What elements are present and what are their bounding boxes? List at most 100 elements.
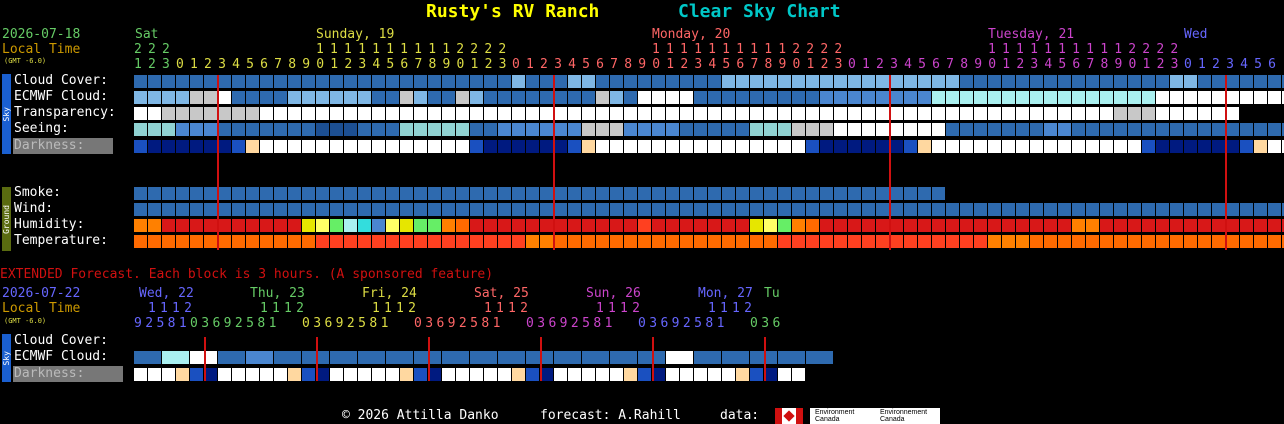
cloud-block[interactable] — [1044, 75, 1057, 88]
cloud-block[interactable] — [1128, 75, 1141, 88]
seeing-block[interactable] — [526, 123, 539, 136]
temperature-block[interactable] — [876, 235, 889, 248]
cloud-block[interactable] — [1254, 75, 1267, 88]
wind-block[interactable] — [722, 203, 735, 216]
wind-block[interactable] — [442, 203, 455, 216]
darkness-block[interactable] — [1058, 140, 1071, 153]
seeing-block[interactable] — [274, 123, 287, 136]
wind-block[interactable] — [344, 203, 357, 216]
seeing-block[interactable] — [498, 123, 511, 136]
cloud-block[interactable] — [918, 75, 931, 88]
ext-darkness-block[interactable] — [302, 368, 315, 381]
humidity-block[interactable] — [540, 219, 553, 232]
temperature-block[interactable] — [526, 235, 539, 248]
temperature-block[interactable] — [498, 235, 511, 248]
ext-darkness-block[interactable] — [414, 368, 427, 381]
darkness-block[interactable] — [736, 140, 749, 153]
ext-darkness-block[interactable] — [498, 368, 511, 381]
ecmwf-block[interactable] — [288, 91, 301, 104]
cloud-block[interactable] — [134, 75, 147, 88]
darkness-block[interactable] — [708, 140, 721, 153]
wind-block[interactable] — [1030, 203, 1043, 216]
wind-block[interactable] — [1142, 203, 1155, 216]
cloud-block[interactable] — [484, 75, 497, 88]
humidity-block[interactable] — [820, 219, 833, 232]
cloud-block[interactable] — [246, 75, 259, 88]
smoke-block[interactable] — [666, 187, 679, 200]
transparency-block[interactable] — [778, 107, 791, 120]
humidity-block[interactable] — [988, 219, 1001, 232]
smoke-block[interactable] — [134, 187, 147, 200]
wind-block[interactable] — [974, 203, 987, 216]
ecmwf-block[interactable] — [876, 91, 889, 104]
humidity-block[interactable] — [498, 219, 511, 232]
smoke-block[interactable] — [470, 187, 483, 200]
ecmwf-block[interactable] — [386, 91, 399, 104]
ext-darkness-block[interactable] — [246, 368, 259, 381]
darkness-block[interactable] — [442, 140, 455, 153]
cloud-block[interactable] — [694, 75, 707, 88]
seeing-block[interactable] — [1184, 123, 1197, 136]
smoke-block[interactable] — [358, 187, 371, 200]
cloud-block[interactable] — [806, 75, 819, 88]
ecmwf-block[interactable] — [652, 91, 665, 104]
wind-block[interactable] — [624, 203, 637, 216]
cloud-block[interactable] — [344, 75, 357, 88]
darkness-block[interactable] — [372, 140, 385, 153]
cloud-block[interactable] — [1016, 75, 1029, 88]
ecmwf-block[interactable] — [736, 91, 749, 104]
ecmwf-block[interactable] — [274, 91, 287, 104]
ecmwf-block[interactable] — [1100, 91, 1113, 104]
seeing-block[interactable] — [1212, 123, 1225, 136]
ext-darkness-block[interactable] — [134, 368, 147, 381]
humidity-block[interactable] — [204, 219, 217, 232]
smoke-block[interactable] — [736, 187, 749, 200]
humidity-block[interactable] — [708, 219, 721, 232]
wind-block[interactable] — [358, 203, 371, 216]
temperature-block[interactable] — [960, 235, 973, 248]
ecmwf-block[interactable] — [890, 91, 903, 104]
transparency-block[interactable] — [148, 107, 161, 120]
humidity-block[interactable] — [1072, 219, 1085, 232]
cloud-block[interactable] — [204, 75, 217, 88]
darkness-block[interactable] — [1114, 140, 1127, 153]
wind-block[interactable] — [372, 203, 385, 216]
darkness-block[interactable] — [1086, 140, 1099, 153]
seeing-block[interactable] — [1002, 123, 1015, 136]
humidity-block[interactable] — [176, 219, 189, 232]
wind-block[interactable] — [288, 203, 301, 216]
transparency-block[interactable] — [316, 107, 329, 120]
wind-block[interactable] — [680, 203, 693, 216]
ext-darkness-block[interactable] — [442, 368, 455, 381]
wind-block[interactable] — [1114, 203, 1127, 216]
smoke-block[interactable] — [232, 187, 245, 200]
humidity-block[interactable] — [442, 219, 455, 232]
transparency-block[interactable] — [1198, 107, 1211, 120]
ext-ecmwf-block[interactable] — [498, 351, 525, 364]
darkness-block[interactable] — [484, 140, 497, 153]
humidity-block[interactable] — [946, 219, 959, 232]
darkness-block[interactable] — [456, 140, 469, 153]
temperature-block[interactable] — [764, 235, 777, 248]
seeing-block[interactable] — [624, 123, 637, 136]
ext-ecmwf-block[interactable] — [330, 351, 357, 364]
humidity-block[interactable] — [1156, 219, 1169, 232]
ext-ecmwf-block[interactable] — [722, 351, 749, 364]
humidity-block[interactable] — [1198, 219, 1211, 232]
seeing-block[interactable] — [610, 123, 623, 136]
transparency-block[interactable] — [974, 107, 987, 120]
seeing-block[interactable] — [316, 123, 329, 136]
seeing-block[interactable] — [722, 123, 735, 136]
ecmwf-block[interactable] — [834, 91, 847, 104]
darkness-block[interactable] — [386, 140, 399, 153]
cloud-block[interactable] — [960, 75, 973, 88]
wind-block[interactable] — [1268, 203, 1281, 216]
ecmwf-block[interactable] — [484, 91, 497, 104]
wind-block[interactable] — [890, 203, 903, 216]
darkness-block[interactable] — [1142, 140, 1155, 153]
transparency-block[interactable] — [232, 107, 245, 120]
wind-block[interactable] — [568, 203, 581, 216]
cloud-block[interactable] — [1114, 75, 1127, 88]
cloud-block[interactable] — [988, 75, 1001, 88]
smoke-block[interactable] — [204, 187, 217, 200]
